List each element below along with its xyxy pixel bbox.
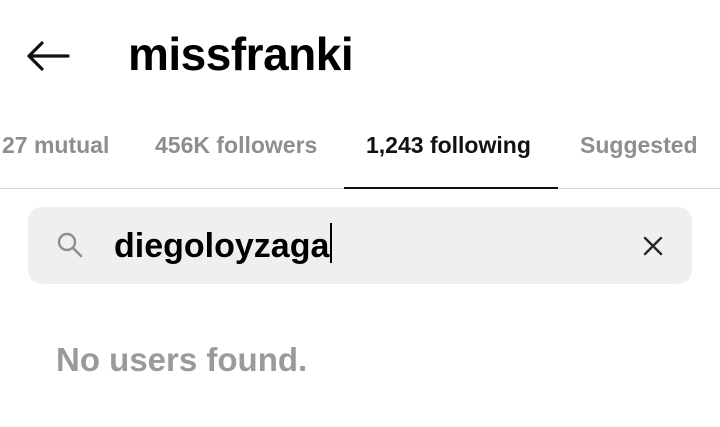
search-input-value: diegoloyzaga <box>114 227 330 265</box>
tab-suggested[interactable]: Suggested <box>580 130 698 160</box>
text-cursor <box>330 223 333 263</box>
search-icon <box>57 232 83 258</box>
search-bar[interactable]: diegoloyzaga <box>28 207 692 284</box>
header: missfranki <box>0 0 720 110</box>
tab-mutual[interactable]: 27 mutual <box>2 130 109 160</box>
active-tab-indicator <box>344 187 558 189</box>
tab-bar: 27 mutual 456K followers 1,243 following… <box>0 118 720 189</box>
arrow-left-icon <box>27 41 70 71</box>
clear-search-button[interactable] <box>638 231 668 261</box>
close-icon <box>643 236 663 256</box>
empty-state-message: No users found. <box>56 341 308 378</box>
back-button[interactable] <box>22 34 74 78</box>
tab-followers[interactable]: 456K followers <box>155 130 317 160</box>
search-input[interactable]: diegoloyzaga <box>114 223 333 268</box>
tab-following[interactable]: 1,243 following <box>366 130 531 160</box>
page-title: missfranki <box>128 28 354 80</box>
following-screen: missfranki 27 mutual 456K followers 1,24… <box>0 0 720 427</box>
